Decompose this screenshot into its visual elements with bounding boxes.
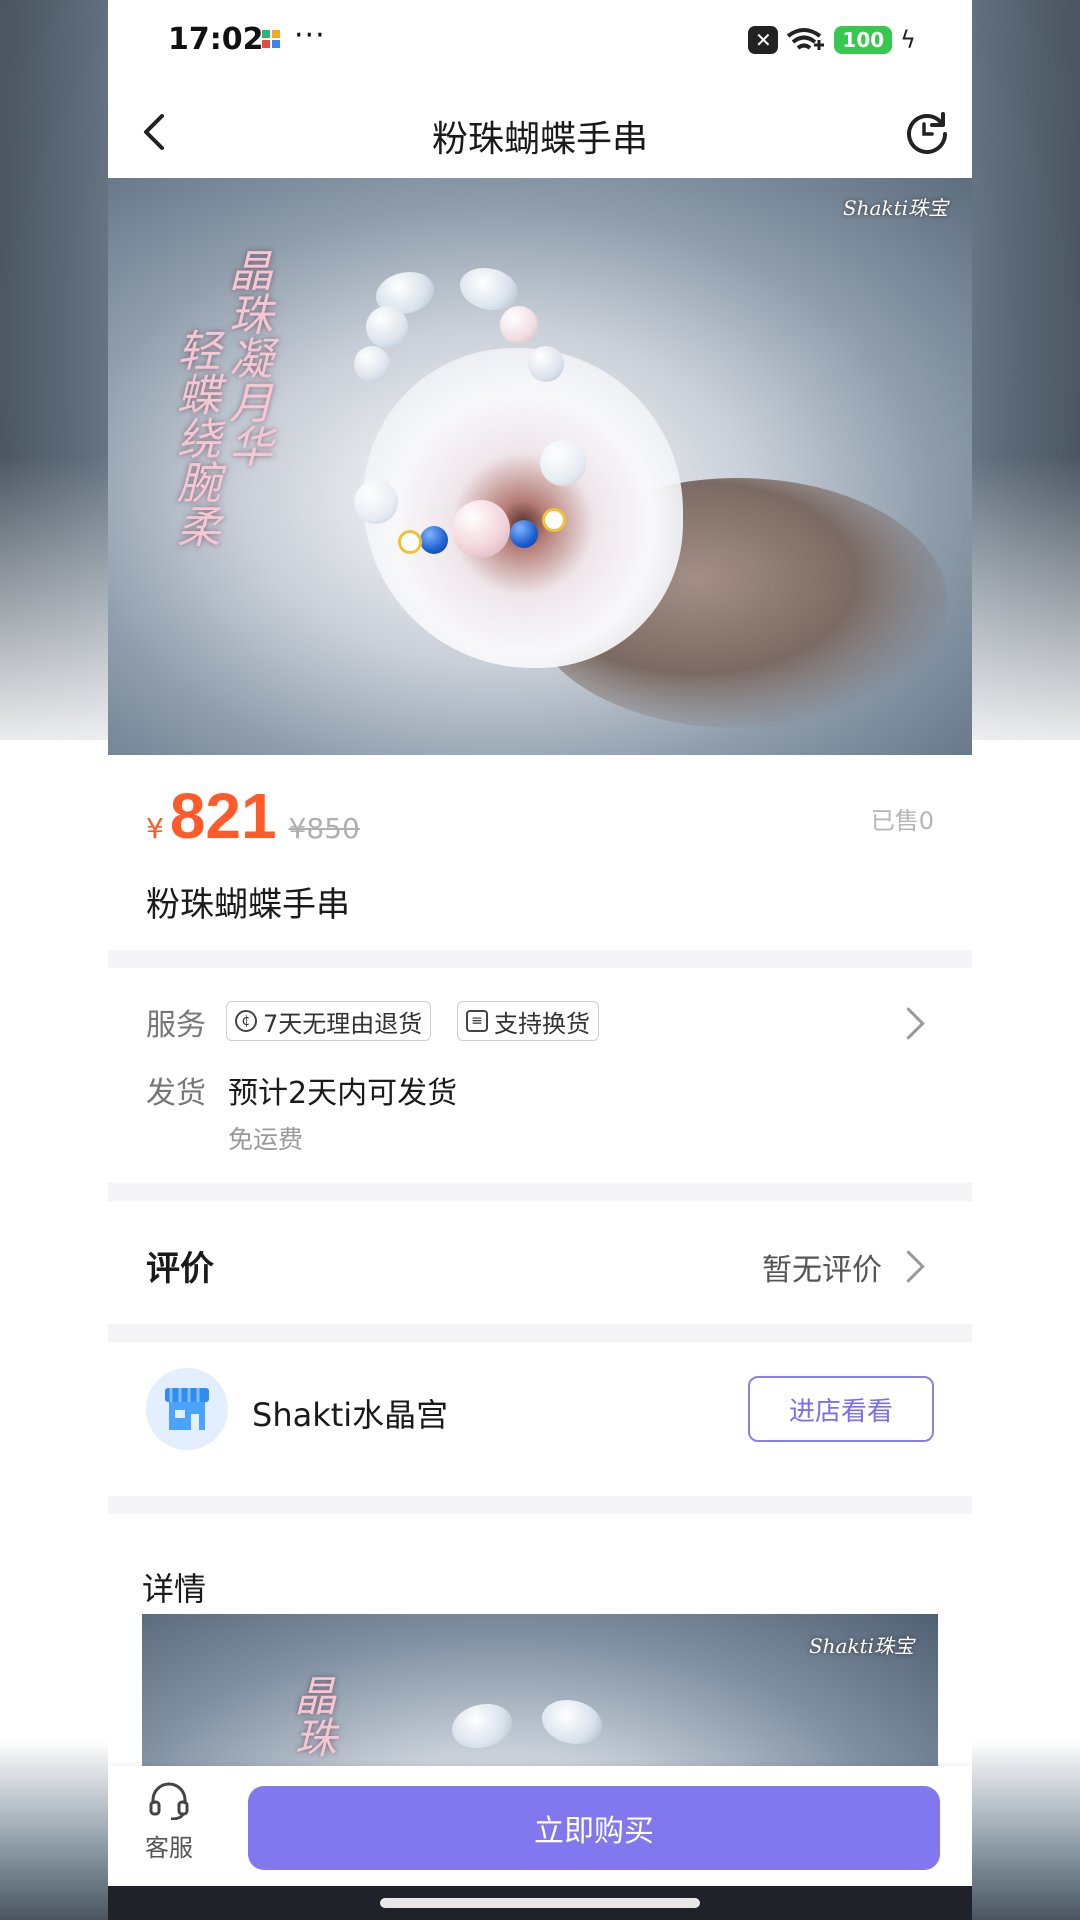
exchange-tag: ≡ 支持换货 <box>457 1001 599 1041</box>
bead <box>540 440 586 486</box>
bead <box>398 530 422 554</box>
original-price: ¥850 <box>288 812 360 845</box>
headset-icon <box>149 1782 189 1821</box>
review-title: 评价 <box>146 1249 214 1289</box>
review-status: 暂无评价 <box>762 1253 882 1288</box>
status-time: 17:02 <box>168 22 264 57</box>
shop-name[interactable]: Shakti水晶宫 <box>252 1390 448 1436</box>
glass-flower-shape <box>363 348 683 668</box>
bottom-action-bar: 客服 立即购买 <box>108 1766 972 1886</box>
product-title: 粉珠蝴蝶手串 <box>146 885 350 925</box>
chevron-right-icon[interactable] <box>892 1250 925 1283</box>
exchange-tag-label: 支持换货 <box>494 1009 590 1038</box>
detail-title: 详情 <box>142 1570 207 1608</box>
charging-icon: ϟ <box>900 26 916 54</box>
bead <box>460 268 518 310</box>
bead <box>354 346 390 382</box>
wifi-icon <box>787 28 825 50</box>
product-image[interactable]: 晶珠凝月华 轻蝶绕腕柔 Shakti珠宝 <box>108 178 972 755</box>
service-label: 服务 <box>146 1008 206 1043</box>
bead <box>542 508 566 532</box>
section-divider <box>108 1496 972 1514</box>
phone-screen: 17:02 ··· ✕ 100 ϟ 粉珠蝴蝶手串 晶珠凝月华 轻蝶绕腕柔 Sha… <box>108 0 972 1920</box>
home-indicator-area <box>108 1886 972 1920</box>
poem-line-1: 晶珠凝月华 <box>221 248 272 468</box>
price-value: 821 <box>169 780 277 852</box>
detail-watermark: Shakti珠宝 <box>808 1634 914 1658</box>
section-divider <box>108 1183 972 1201</box>
shipping-fee: 免运费 <box>228 1125 304 1154</box>
bead <box>510 520 538 548</box>
section-divider <box>108 1324 972 1342</box>
shop-section: Shakti水晶宫 进店看看 <box>108 1342 972 1496</box>
price: ¥ 821 ¥850 <box>146 779 360 853</box>
sold-count: 已售0 <box>870 807 934 835</box>
shipping-text: 预计2天内可发货 <box>228 1076 458 1111</box>
refresh-icon[interactable] <box>902 106 952 156</box>
exchange-icon: ≡ <box>466 1010 488 1032</box>
chevron-right-icon[interactable] <box>892 1007 925 1040</box>
section-divider <box>108 950 972 968</box>
bead <box>452 1704 512 1748</box>
price-currency: ¥ <box>146 812 164 845</box>
review-section[interactable]: 评价 暂无评价 <box>108 1201 972 1324</box>
bead <box>366 306 408 348</box>
watermark: Shakti珠宝 <box>842 196 948 220</box>
shipping-label: 发货 <box>146 1076 206 1111</box>
return-tag-label: 7天无理由退货 <box>263 1009 423 1038</box>
bead <box>420 526 448 554</box>
bead <box>452 500 510 558</box>
no-sim-icon: ✕ <box>748 26 779 54</box>
bead <box>500 306 538 344</box>
customer-service-label: 客服 <box>145 1834 193 1862</box>
page-title: 粉珠蝴蝶手串 <box>431 119 648 160</box>
battery-icon: 100 <box>834 26 893 54</box>
return-tag: ¢ 7天无理由退货 <box>226 1001 432 1041</box>
shop-avatar[interactable] <box>146 1368 228 1450</box>
bead <box>542 1700 602 1744</box>
status-more-icon: ··· <box>294 18 326 53</box>
detail-poem: 晶珠 <box>288 1674 337 1758</box>
app-notification-icon <box>262 30 280 48</box>
status-bar: 17:02 ··· ✕ 100 ϟ <box>108 0 972 86</box>
nav-bar: 粉珠蝴蝶手串 <box>108 86 972 178</box>
buy-now-button[interactable]: 立即购买 <box>248 1786 940 1870</box>
store-icon <box>165 1388 209 1430</box>
bead <box>354 480 398 524</box>
service-section[interactable]: 服务 ¢ 7天无理由退货 ≡ 支持换货 发货 预计2天内可发货 免运费 <box>108 968 972 1183</box>
visit-shop-button[interactable]: 进店看看 <box>748 1376 934 1442</box>
poem-line-2: 轻蝶绕腕柔 <box>169 328 220 548</box>
price-section: ¥ 821 ¥850 已售0 粉珠蝴蝶手串 <box>108 755 972 950</box>
return-icon: ¢ <box>235 1010 257 1032</box>
customer-service-button[interactable]: 客服 <box>134 1780 204 1863</box>
home-indicator[interactable] <box>380 1898 700 1908</box>
bead <box>528 346 564 382</box>
